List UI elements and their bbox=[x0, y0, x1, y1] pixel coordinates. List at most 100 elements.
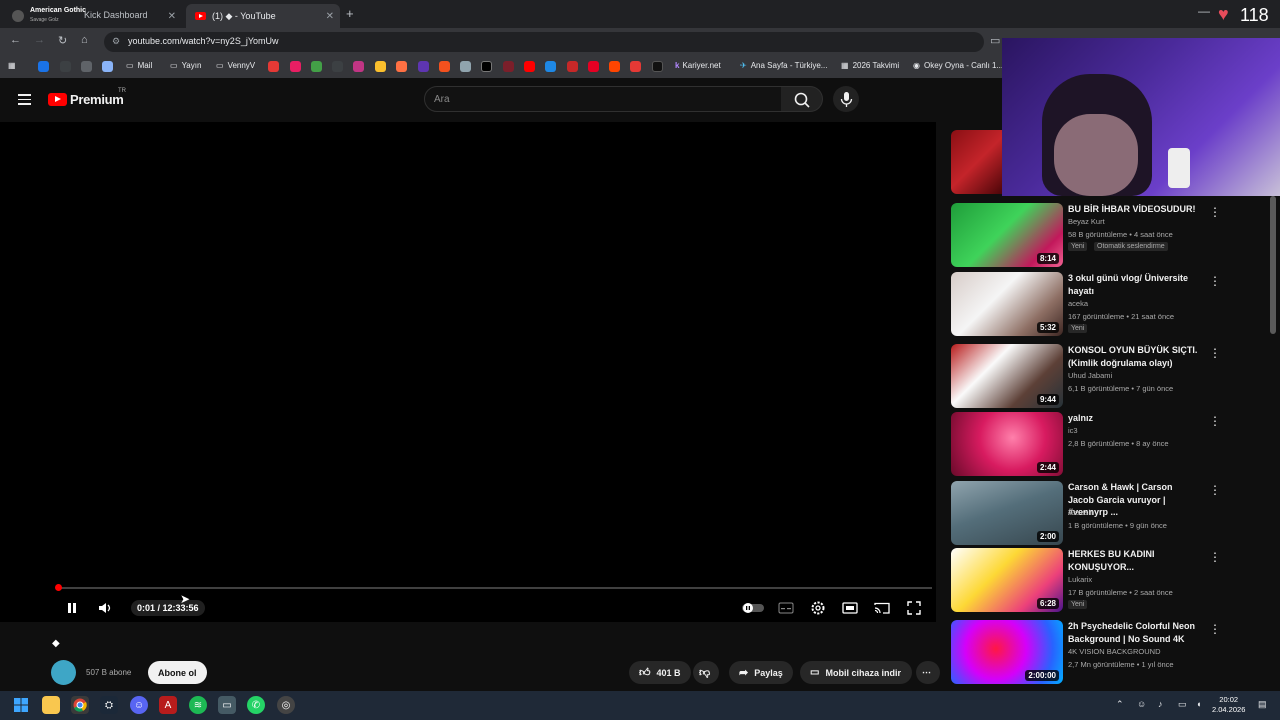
more-actions-button[interactable]: ⋯ bbox=[916, 661, 940, 684]
instagram-icon[interactable] bbox=[353, 61, 364, 72]
bookmark-icon[interactable] bbox=[290, 61, 301, 72]
channel-avatar[interactable] bbox=[51, 660, 76, 685]
autoplay-toggle[interactable] bbox=[741, 599, 765, 617]
theater-mode-button[interactable] bbox=[841, 599, 859, 617]
subscribe-button[interactable]: Abone ol bbox=[148, 661, 207, 684]
bookmark-icon[interactable] bbox=[311, 61, 322, 72]
bookmark-icon[interactable] bbox=[268, 61, 279, 72]
bookmark-icon[interactable] bbox=[60, 61, 71, 72]
recommendation-channel[interactable]: Lukarix bbox=[1068, 575, 1092, 584]
bookmark-icon[interactable] bbox=[439, 61, 450, 72]
video-player[interactable] bbox=[0, 122, 936, 622]
address-bar[interactable]: ⚙ youtube.com/watch?v=ny2S_jYomUw bbox=[104, 32, 984, 52]
apps-icon[interactable]: ▦ bbox=[8, 61, 16, 70]
download-button[interactable]: ▭ Mobil cihaza indir bbox=[800, 661, 912, 684]
file-explorer-icon[interactable] bbox=[42, 696, 60, 714]
bookmark-yayin[interactable]: ▭ Yayın bbox=[170, 61, 201, 70]
recommendation-channel[interactable]: aceka bbox=[1068, 299, 1088, 308]
bookmark-vennyv[interactable]: ▭ VennyV bbox=[216, 61, 255, 70]
subtitles-button[interactable] bbox=[777, 599, 795, 617]
more-vertical-icon[interactable]: ⋮ bbox=[1209, 483, 1221, 497]
more-vertical-icon[interactable]: ⋮ bbox=[1209, 346, 1221, 360]
bookmark-mail[interactable]: ▭ Mail bbox=[126, 61, 152, 70]
volume-button[interactable] bbox=[97, 599, 113, 617]
windows-start-icon[interactable] bbox=[12, 696, 30, 714]
steam-icon[interactable]: ⛭ bbox=[100, 696, 118, 714]
discord-icon[interactable]: ☺ bbox=[130, 696, 148, 714]
dislike-button[interactable]: 👎︎ bbox=[693, 661, 719, 684]
recommendation-item[interactable]: 8:14 BU BİR İHBAR VİDEOSUDUR! Beyaz Kurt… bbox=[951, 203, 1280, 267]
forward-arrow-icon[interactable]: → bbox=[34, 34, 45, 46]
recommendation-thumbnail[interactable]: 5:32 bbox=[951, 272, 1063, 336]
pinterest-icon[interactable] bbox=[588, 61, 599, 72]
bookmark-takvim[interactable]: ▦ 2026 Takvimi bbox=[841, 61, 899, 70]
bookmark-icon[interactable] bbox=[503, 61, 514, 72]
whatsapp-icon[interactable]: ✆ bbox=[247, 696, 265, 714]
scrubber-handle[interactable] bbox=[55, 584, 62, 591]
recommendation-thumbnail[interactable]: 2:44 bbox=[951, 412, 1063, 476]
more-vertical-icon[interactable]: ⋮ bbox=[1209, 274, 1221, 288]
recommendation-thumbnail[interactable]: 2:00 bbox=[951, 481, 1063, 545]
bookmark-icon[interactable] bbox=[102, 61, 113, 72]
app-window-icon[interactable]: ▭ bbox=[218, 696, 236, 714]
home-icon[interactable]: ⌂ bbox=[81, 34, 88, 46]
tiktok-icon[interactable] bbox=[652, 61, 663, 72]
sidebar-scrollbar[interactable] bbox=[1270, 196, 1276, 334]
chrome-icon[interactable] bbox=[71, 696, 89, 714]
youtube-icon[interactable] bbox=[524, 61, 535, 72]
back-arrow-icon[interactable]: ← bbox=[10, 34, 21, 46]
like-button[interactable]: 👍︎ 401 B bbox=[629, 661, 691, 684]
notification-icon[interactable]: ▤ bbox=[1258, 699, 1267, 710]
settings-button[interactable] bbox=[809, 599, 827, 617]
recommendation-thumbnail[interactable]: 2:00:00 bbox=[951, 620, 1063, 684]
bookmark-kariyer[interactable]: k Kariyer.net bbox=[675, 61, 721, 70]
bookmark-icon[interactable] bbox=[332, 61, 343, 72]
reload-icon[interactable]: ↻ bbox=[58, 34, 67, 47]
recommendation-item[interactable]: 9:44 KONSOL OYUN BÜYÜK SIÇTI. (Kimlik do… bbox=[951, 344, 1280, 408]
voice-search-button[interactable] bbox=[833, 86, 859, 112]
recommendation-channel[interactable]: Beyaz Kurt bbox=[1068, 217, 1105, 226]
more-vertical-icon[interactable]: ⋮ bbox=[1209, 205, 1221, 219]
youtube-logo[interactable]: Premium TR bbox=[48, 88, 126, 107]
recommendation-thumbnail[interactable]: 8:14 bbox=[951, 203, 1063, 267]
recommendation-title[interactable]: 2h Psychedelic Colorful Neon Background … bbox=[1068, 620, 1200, 645]
bookmark-icon[interactable] bbox=[375, 61, 386, 72]
more-vertical-icon[interactable]: ⋮ bbox=[1209, 414, 1221, 428]
bookmark-icon[interactable] bbox=[38, 61, 49, 72]
recommendation-title[interactable]: BU BİR İHBAR VİDEOSUDUR! bbox=[1068, 203, 1200, 216]
bookmark-ana-sayfa[interactable]: ✈ Ana Sayfa - Türkiye... bbox=[740, 61, 827, 70]
network-icon[interactable]: ▭ bbox=[1178, 699, 1187, 710]
recommendation-channel[interactable]: ic3 bbox=[1068, 426, 1078, 435]
recommendation-thumbnail[interactable]: 9:44 bbox=[951, 344, 1063, 408]
recommendation-item[interactable]: 2:00 Carson & Hawk | Carson Jacob Garcia… bbox=[951, 481, 1280, 545]
chevron-up-icon[interactable]: ⌃ bbox=[1116, 699, 1124, 710]
recommendation-title[interactable]: HERKES BU KADINI KONUŞUYOR... bbox=[1068, 548, 1200, 573]
search-button[interactable] bbox=[781, 86, 823, 112]
app-icon[interactable]: A bbox=[159, 696, 177, 714]
microphone-tray-icon[interactable]: ♪ bbox=[1158, 699, 1163, 709]
bookmark-icon[interactable] bbox=[567, 61, 578, 72]
cast-icon[interactable]: ▭ bbox=[990, 34, 1000, 47]
recommendation-thumbnail-partial[interactable] bbox=[951, 130, 1003, 194]
recommendation-title[interactable]: yalnız bbox=[1068, 412, 1200, 425]
x-icon[interactable] bbox=[481, 61, 492, 72]
progress-bar[interactable] bbox=[58, 587, 932, 589]
reddit-icon[interactable] bbox=[609, 61, 620, 72]
search-input[interactable] bbox=[425, 87, 781, 111]
bookmark-okey[interactable]: ◉ Okey Oyna - Canlı 1... bbox=[913, 61, 1003, 70]
recommendation-channel[interactable]: Uhud Jabami bbox=[1068, 371, 1112, 380]
site-info-icon[interactable]: ⚙ bbox=[112, 36, 120, 47]
tab-youtube[interactable]: (1) ◆ - YouTube ✕ bbox=[186, 4, 340, 28]
bookmark-icon[interactable] bbox=[396, 61, 407, 72]
recommendation-item[interactable]: 5:32 3 okul günü vlog/ Üniversite hayatı… bbox=[951, 272, 1280, 336]
bookmark-icon[interactable] bbox=[418, 61, 429, 72]
tab-kick-dashboard[interactable]: American Gothic Savage Golz Kick Dashboa… bbox=[4, 4, 182, 28]
pause-button[interactable] bbox=[64, 599, 80, 617]
speaker-icon[interactable]: ◖ bbox=[1196, 699, 1201, 709]
fullscreen-button[interactable] bbox=[905, 599, 923, 617]
bookmark-icon[interactable] bbox=[81, 61, 92, 72]
discord-tray-icon[interactable]: ☺ bbox=[1137, 699, 1146, 709]
share-button[interactable]: ➦ Paylaş bbox=[729, 661, 793, 684]
new-tab-button[interactable]: + bbox=[346, 6, 354, 21]
app-icon[interactable]: ◎ bbox=[277, 696, 295, 714]
